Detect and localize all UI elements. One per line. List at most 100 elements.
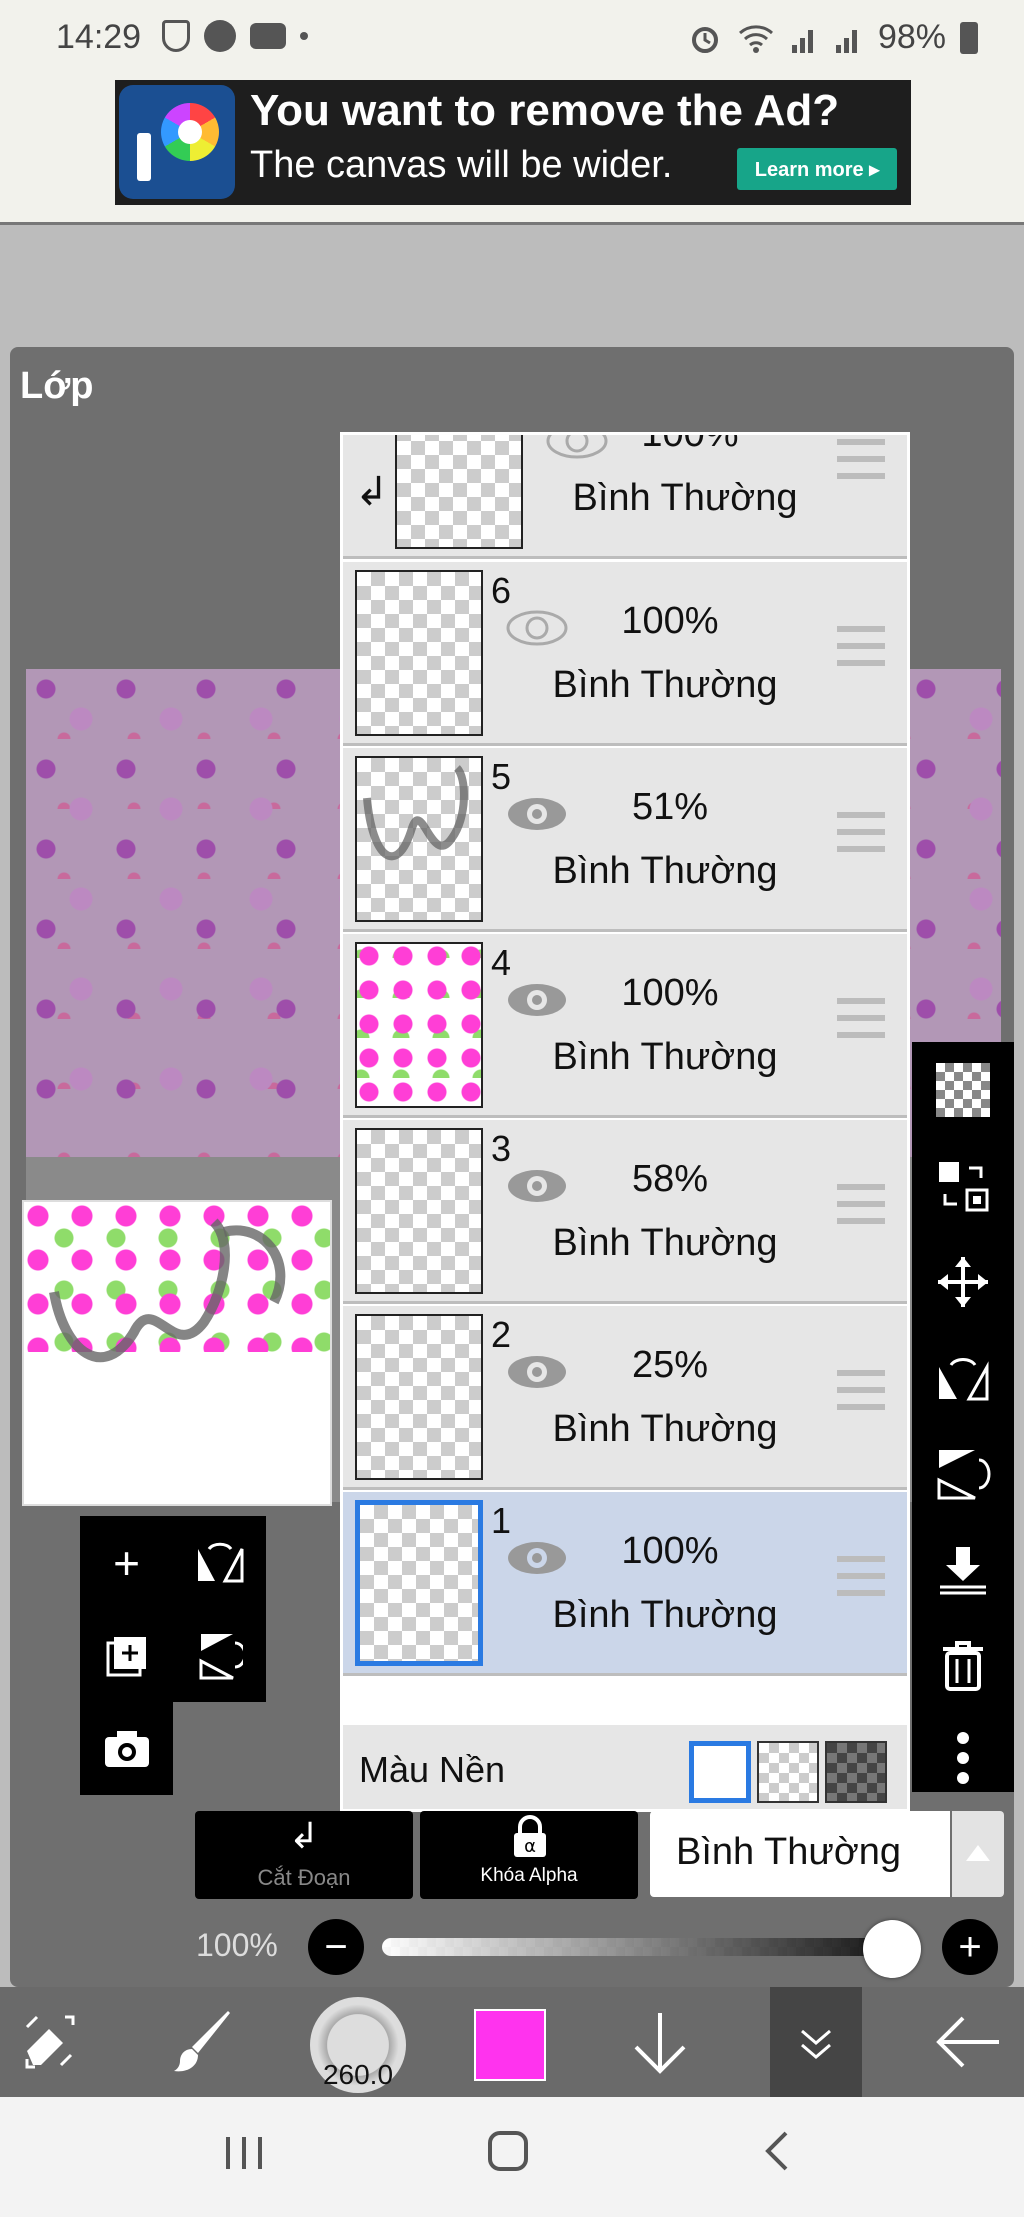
drag-handle-icon[interactable] xyxy=(837,439,885,479)
layer-panel-toggle-button[interactable] xyxy=(770,1987,862,2097)
flip-vertical-icon xyxy=(199,1633,243,1679)
layer-number: 5 xyxy=(491,756,512,797)
blend-mode-value: Bình Thường xyxy=(676,1831,902,1873)
duplicate-layer-button[interactable] xyxy=(80,1609,173,1702)
layer-number: 6 xyxy=(491,570,512,611)
layer-blend-mode: Bình Thường xyxy=(572,477,798,519)
blend-mode-select[interactable]: Bình Thường xyxy=(650,1811,950,1897)
brush-size-value: 260.0 xyxy=(322,2059,394,2090)
flip-vertical-button[interactable] xyxy=(912,1426,1014,1522)
brush-tool-button[interactable] xyxy=(160,1987,250,2097)
opacity-decrease-button[interactable]: − xyxy=(308,1919,364,1975)
back-button[interactable] xyxy=(928,1987,1008,2097)
layer-thumbnail xyxy=(355,570,483,736)
layer-row[interactable]: 5 51% Bình Thường xyxy=(343,748,907,932)
layer-row[interactable]: 4 100% Bình Thường xyxy=(343,934,907,1118)
select-layer-button[interactable] xyxy=(912,1138,1014,1234)
signal-icon xyxy=(791,29,813,53)
recent-apps-icon[interactable] xyxy=(222,2127,266,2185)
layer-row-selected[interactable]: 1 100% Bình Thường xyxy=(343,1492,907,1676)
layer-opacity: 100% xyxy=(621,972,719,1014)
eye-icon[interactable] xyxy=(505,1352,569,1392)
home-icon[interactable] xyxy=(486,2127,530,2185)
eraser-swap-icon xyxy=(25,2015,75,2069)
layer-down-button[interactable] xyxy=(620,1987,700,2097)
layer-thumbnail xyxy=(355,942,483,1108)
layer-thumbnail xyxy=(355,1128,483,1294)
more-options-button[interactable] xyxy=(912,1710,1014,1806)
flip-horizontal-icon xyxy=(939,1358,989,1401)
layer-blend-mode: Bình Thường xyxy=(552,850,778,892)
layer-row[interactable]: ↲ 100% Bình Thường xyxy=(343,435,907,559)
flip-layer-horizontal-button[interactable] xyxy=(173,1516,266,1609)
layer-thumbnail xyxy=(395,435,523,549)
drag-handle-icon[interactable] xyxy=(837,998,885,1038)
opacity-increase-button[interactable]: + xyxy=(942,1919,998,1975)
eye-icon[interactable] xyxy=(505,980,569,1020)
add-layer-button[interactable]: + xyxy=(80,1516,173,1609)
layer-opacity: 25% xyxy=(631,1344,709,1386)
blend-mode-dropdown-arrow-icon[interactable] xyxy=(952,1811,1004,1897)
import-photo-button[interactable] xyxy=(80,1702,173,1795)
delete-layer-button[interactable] xyxy=(912,1618,1014,1714)
ibispaint-logo-icon xyxy=(119,85,235,199)
layer-blend-mode: Bình Thường xyxy=(552,1594,778,1636)
opacity-slider-thumb[interactable] xyxy=(863,1920,921,1978)
layer-row[interactable]: 2 25% Bình Thường xyxy=(343,1306,907,1490)
layer-row[interactable]: 6 100% Bình Thường xyxy=(343,562,907,746)
ad-banner[interactable]: You want to remove the Ad? The canvas wi… xyxy=(115,80,911,205)
swap-layer-icon xyxy=(939,1162,989,1212)
layer-row[interactable]: 3 58% Bình Thường xyxy=(343,1120,907,1304)
layer-blend-mode: Bình Thường xyxy=(552,1222,778,1264)
learn-more-button[interactable]: Learn more ▸ xyxy=(737,148,897,190)
drag-handle-icon[interactable] xyxy=(837,812,885,852)
layer-blend-mode: Bình Thường xyxy=(552,1408,778,1450)
layer-thumbnail xyxy=(355,1314,483,1480)
back-nav-icon[interactable] xyxy=(762,2127,792,2185)
camera-icon xyxy=(104,1730,149,1767)
eye-icon[interactable] xyxy=(505,1166,569,1206)
layer-opacity: 100% xyxy=(621,600,719,642)
status-bar: 14:29 98% xyxy=(0,0,1024,75)
background-dark-option[interactable] xyxy=(825,1741,887,1803)
drag-handle-icon[interactable] xyxy=(837,1370,885,1410)
layer-opacity: 100% xyxy=(621,1530,719,1572)
signal-icon xyxy=(835,29,857,53)
clipping-arrow-icon: ↲ xyxy=(288,1815,320,1856)
more-vertical-icon xyxy=(957,1732,969,1784)
opacity-value: 100% xyxy=(196,1927,278,1963)
drag-handle-icon[interactable] xyxy=(837,1556,885,1596)
layer-number: 4 xyxy=(491,942,512,983)
tool-switch-button[interactable] xyxy=(10,1987,90,2097)
eye-icon[interactable] xyxy=(505,1538,569,1578)
flip-layer-vertical-button[interactable] xyxy=(173,1609,266,1702)
dot-icon xyxy=(300,32,308,40)
wifi-icon xyxy=(738,24,773,53)
system-icons: 98% xyxy=(688,18,978,57)
move-layer-button[interactable] xyxy=(912,1234,1014,1330)
color-picker-button[interactable] xyxy=(474,2009,546,2081)
youtube-icon xyxy=(250,23,286,49)
layer-tools: + xyxy=(80,1516,266,1795)
arrow-left-icon xyxy=(936,2016,999,2068)
flip-horizontal-button[interactable] xyxy=(912,1330,1014,1426)
drag-handle-icon[interactable] xyxy=(837,626,885,666)
ad-area: You want to remove the Ad? The canvas wi… xyxy=(0,75,1024,225)
alpha-lock-button[interactable]: α Khóa Alpha xyxy=(420,1811,638,1899)
opacity-slider[interactable] xyxy=(382,1938,912,1956)
drag-handle-icon[interactable] xyxy=(837,1184,885,1224)
clipping-button[interactable]: ↲ Cắt Đoạn xyxy=(195,1811,413,1899)
merge-down-button[interactable] xyxy=(912,1522,1014,1618)
background-transparent-option[interactable] xyxy=(757,1741,819,1803)
svg-text:α: α xyxy=(524,1836,536,1857)
brush-size-button[interactable]: 260.0 xyxy=(310,1997,406,2093)
ad-title: You want to remove the Ad? xyxy=(250,86,840,135)
transparent-fill-button[interactable] xyxy=(912,1042,1014,1138)
shield-icon xyxy=(162,20,190,52)
layer-blend-mode: Bình Thường xyxy=(552,664,778,706)
flip-horizontal-icon xyxy=(197,1542,243,1582)
eye-icon[interactable] xyxy=(505,794,569,834)
background-white-option[interactable] xyxy=(689,1741,751,1803)
layer-side-toolbar xyxy=(912,1042,1014,1792)
eye-icon[interactable] xyxy=(505,608,569,648)
